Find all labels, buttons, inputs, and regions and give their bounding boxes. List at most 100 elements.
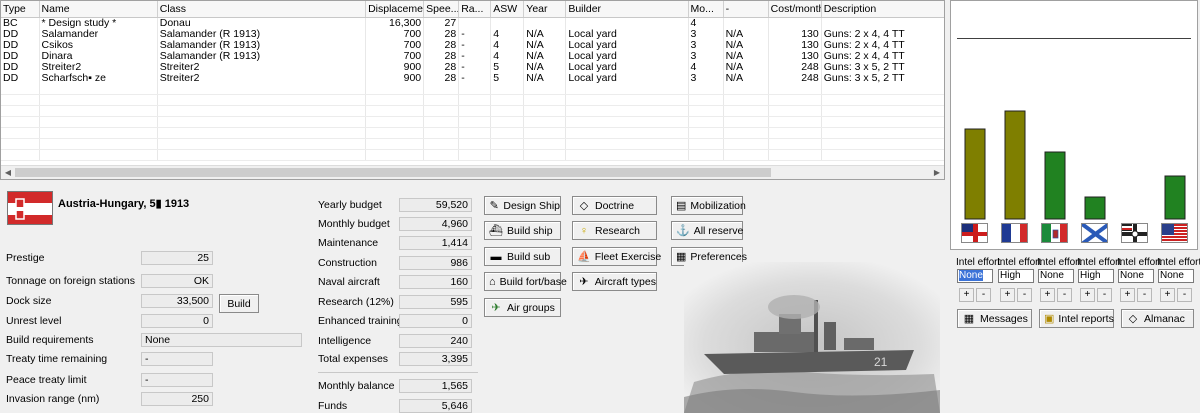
table-cell: 28: [423, 61, 460, 73]
table-cell: 3: [688, 39, 724, 51]
budget-value: 595: [399, 295, 472, 309]
budget-label: Enhanced training: [318, 315, 403, 327]
column-header[interactable]: Name: [39, 1, 158, 18]
table-row[interactable]: BC * Design study * Donau 16,300 27 4: [1, 17, 944, 29]
fleet-exercise-icon: ⛵: [577, 250, 591, 263]
scroll-left-icon[interactable]: ◀: [1, 166, 15, 179]
stat-label: Unrest level: [6, 315, 62, 327]
intel-increase-button[interactable]: +: [1160, 288, 1175, 302]
ship-table[interactable]: TypeNameClassDisplacementSpee...Ra...ASW…: [0, 0, 945, 180]
fleet-exercise-button[interactable]: ⛵ Fleet Exercise: [572, 247, 661, 266]
scroll-right-icon[interactable]: ▶: [930, 166, 944, 179]
table-cell: Guns: 2 x 4, 4 TT: [821, 50, 944, 62]
intel-reports-button[interactable]: ▣ Intel reports: [1039, 309, 1114, 328]
doctrine-button[interactable]: ◇ Doctrine: [572, 196, 657, 215]
intel-effort-input[interactable]: None: [1158, 269, 1194, 283]
empty-row: [1, 116, 944, 128]
all-reserve-button[interactable]: ⚓ All reserve: [671, 221, 743, 240]
aircraft-types-button[interactable]: ✈ Aircraft types: [572, 272, 657, 291]
table-row[interactable]: DD Salamander Salamander (R 1913) 700 28-4 N/…: [1, 28, 944, 40]
intel-chart-panel: [950, 0, 1198, 250]
column-header[interactable]: Class: [157, 1, 367, 18]
table-row[interactable]: DD Scharfsch▪ ze Streiter2 900 28-5 N/A Local …: [1, 72, 944, 84]
budget-label: Maintenance: [318, 237, 379, 249]
column-header[interactable]: Year: [523, 1, 567, 18]
table-cell: Local yard: [565, 39, 689, 51]
build-ship-button[interactable]: ⛴ Build ship: [484, 221, 561, 240]
table-cell: Donau: [157, 17, 367, 29]
intel-decrease-button[interactable]: -: [1057, 288, 1072, 302]
aircraft-types-icon: ✈: [579, 275, 589, 288]
intel-effort-input[interactable]: High: [998, 269, 1034, 283]
table-cell: 248: [768, 72, 822, 84]
budget-value: 0: [399, 314, 472, 328]
build-sub-button[interactable]: ▬ Build sub: [484, 247, 561, 266]
almanac-button[interactable]: ◇ Almanac: [1121, 309, 1194, 328]
intel-effort-input[interactable]: None: [957, 269, 993, 283]
table-row[interactable]: DD Dinara Salamander (R 1913) 700 28-4 N/A Loc…: [1, 50, 944, 62]
build-ship-icon: ⛴: [489, 224, 503, 237]
air-groups-button[interactable]: ✈ Air groups: [484, 298, 561, 317]
research-button[interactable]: ♀ Research: [572, 221, 657, 240]
table-cell: [723, 17, 769, 29]
intel-increase-button[interactable]: +: [1040, 288, 1055, 302]
column-header[interactable]: Type: [1, 1, 40, 18]
build-fort-base-button[interactable]: ⌂ Build fort/base: [484, 272, 567, 291]
build-fort-icon: ⌂: [489, 275, 496, 288]
table-cell: 700: [365, 28, 425, 40]
intel-increase-button[interactable]: +: [1080, 288, 1095, 302]
intel-increase-button[interactable]: +: [1000, 288, 1015, 302]
column-header[interactable]: -: [723, 1, 769, 18]
table-cell: 4: [688, 17, 724, 29]
table-cell: Salamander (R 1913): [157, 39, 367, 51]
intel-decrease-button[interactable]: -: [1017, 288, 1032, 302]
table-cell: 4: [490, 39, 525, 51]
uk-flag-icon: [961, 223, 988, 243]
destroyer-illustration: 21: [684, 262, 940, 413]
intel-decrease-button[interactable]: -: [1097, 288, 1112, 302]
intel-effort-label: Intel effort: [956, 257, 1001, 268]
design-ship-icon: ✎: [489, 199, 499, 212]
intel-effort-value: None: [1040, 270, 1064, 281]
messages-button[interactable]: ▦ Messages: [957, 309, 1032, 328]
intel-effort-input[interactable]: High: [1078, 269, 1114, 283]
intel-increase-button[interactable]: +: [959, 288, 974, 302]
intel-effort-input[interactable]: None: [1038, 269, 1074, 283]
stat-label: Tonnage on foreign stations: [6, 275, 136, 287]
intel-increase-button[interactable]: +: [1120, 288, 1135, 302]
table-row[interactable]: DD Streiter2 Streiter2 900 28-5 N/A Local yard…: [1, 61, 944, 73]
design-ship-button[interactable]: ✎ Design Ship: [484, 196, 561, 215]
column-header[interactable]: Mo...: [688, 1, 724, 18]
intel-bar-chart: [964, 110, 1186, 220]
column-header[interactable]: Builder: [565, 1, 689, 18]
budget-label: Intelligence: [318, 335, 372, 347]
horizontal-scrollbar[interactable]: ◀ ▶: [1, 165, 944, 179]
budget-label: Naval aircraft: [318, 276, 380, 288]
table-cell: N/A: [523, 61, 567, 73]
table-cell: 700: [365, 50, 425, 62]
column-header[interactable]: ASW: [490, 1, 525, 18]
budget-label: Monthly balance: [318, 380, 395, 392]
column-header[interactable]: Ra...: [458, 1, 492, 18]
column-header[interactable]: Spee...: [423, 1, 460, 18]
intel-decrease-button[interactable]: -: [1137, 288, 1152, 302]
intel-bar-france-flag: [1004, 110, 1026, 220]
budget-value: 240: [399, 334, 472, 348]
table-row[interactable]: DD Csikos Salamander (R 1913) 700 28-4 N/A Loc…: [1, 39, 944, 51]
column-header[interactable]: Displacement: [365, 1, 425, 18]
table-cell: Salamander (R 1913): [157, 28, 367, 40]
air-groups-icon: ✈: [491, 301, 501, 314]
empty-row: [1, 94, 944, 106]
column-header[interactable]: Cost/month: [768, 1, 822, 18]
budget-value: 986: [399, 256, 472, 270]
intel-decrease-button[interactable]: -: [976, 288, 991, 302]
scroll-thumb[interactable]: [15, 168, 771, 177]
intel-bar-uk-flag: [964, 128, 986, 220]
mobilization-button[interactable]: ▤ Mobilization: [671, 196, 746, 215]
intel-effort-input[interactable]: None: [1118, 269, 1154, 283]
stat-value: -: [141, 352, 213, 366]
table-cell: -: [458, 50, 492, 62]
build-dock-button[interactable]: Build: [219, 294, 259, 313]
intel-decrease-button[interactable]: -: [1177, 288, 1192, 302]
column-header[interactable]: Description: [821, 1, 944, 18]
